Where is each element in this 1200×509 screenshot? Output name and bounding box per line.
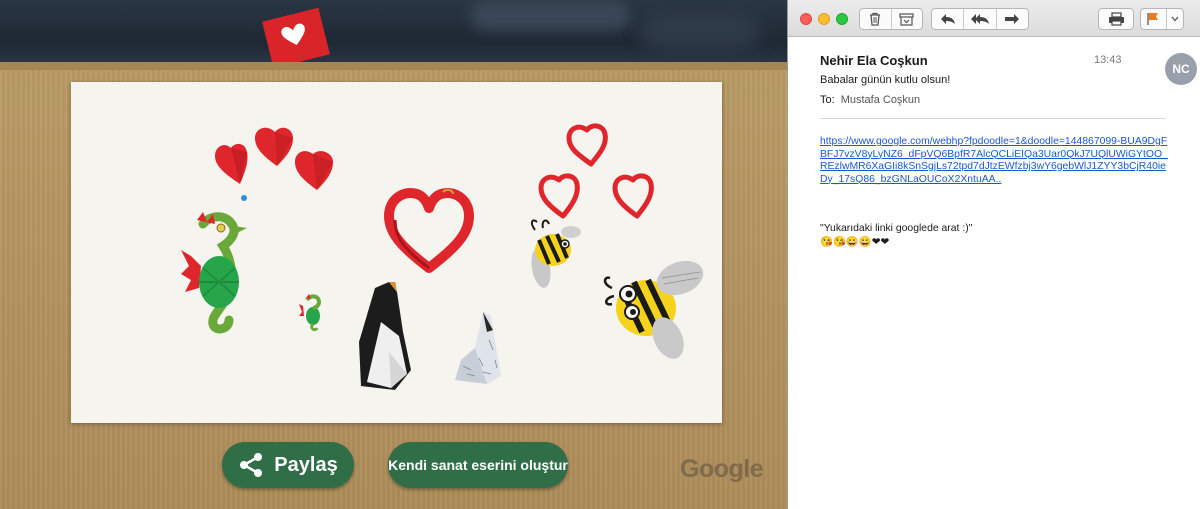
forward-icon (1005, 14, 1020, 24)
chevron-down-icon (1171, 16, 1179, 22)
flag-button[interactable] (1141, 9, 1166, 29)
penguin-icon (359, 282, 411, 390)
create-artwork-label: Kendi sanat eserini oluştur (388, 457, 568, 473)
origami-bird-icon (455, 312, 501, 384)
minimize-window-button[interactable] (818, 13, 830, 25)
doodle-page: Paylaş Kendi sanat eserini oluştur Googl… (0, 0, 800, 509)
doodle-canvas[interactable] (71, 82, 722, 423)
google-logo[interactable]: Google (680, 455, 764, 484)
create-artwork-button[interactable]: Kendi sanat eserini oluştur (388, 442, 568, 488)
share-button-label: Paylaş (274, 453, 338, 476)
page-header-area (0, 0, 800, 69)
share-button[interactable]: Paylaş (222, 442, 354, 488)
flag-group (1140, 8, 1184, 30)
archive-icon (899, 13, 915, 26)
reply-all-button[interactable] (963, 9, 995, 29)
paper-heart-decoration (262, 7, 330, 69)
seahorse-icon (181, 212, 247, 334)
to-label: To: (820, 94, 835, 106)
trash-button[interactable] (860, 9, 891, 29)
ribbon-heart-icon (384, 188, 474, 273)
reply-button[interactable] (932, 9, 963, 29)
mail-toolbar (788, 0, 1200, 37)
print-button[interactable] (1098, 8, 1134, 30)
outline-hearts-icon (538, 123, 654, 219)
flag-menu-button[interactable] (1165, 9, 1183, 29)
small-seahorse-icon (299, 294, 322, 332)
reply-all-icon (970, 14, 989, 24)
print-icon (1108, 12, 1124, 26)
small-bee-icon (530, 219, 581, 288)
avatar: NC (1165, 53, 1197, 85)
archive-button[interactable] (890, 9, 922, 29)
origami-hearts-icon (215, 127, 333, 201)
reply-group (931, 8, 1029, 30)
share-icon (240, 453, 263, 477)
emoji-line: 😘😘😀😀❤❤ (820, 236, 890, 248)
mail-subject: Babalar günün kutlu olsun! (820, 74, 951, 86)
zoom-window-button[interactable] (836, 13, 848, 25)
forward-button[interactable] (995, 9, 1028, 29)
reply-icon (940, 14, 955, 24)
trash-icon (870, 12, 881, 26)
delete-archive-group (859, 8, 923, 30)
sender-name[interactable]: Nehir Ela Coşkun (820, 53, 928, 68)
header-divider (820, 118, 1166, 119)
doodle-link[interactable]: https://www.google.com/webhp?fpdoodle=1&… (820, 136, 1172, 186)
mail-window: Nehir Ela Coşkun 13:43 NC Babalar günün … (787, 0, 1200, 509)
flag-icon (1147, 13, 1159, 25)
to-recipient[interactable]: Mustafa Coşkun (841, 94, 920, 106)
mail-time: 13:43 (1094, 54, 1122, 66)
to-row: To: Mustafa Coşkun (820, 94, 920, 106)
big-bee-icon (603, 260, 704, 359)
quote-text: "Yukarıdaki linki googlede arat :)" (820, 223, 973, 234)
close-window-button[interactable] (800, 13, 812, 25)
mail-body: https://www.google.com/webhp?fpdoodle=1&… (820, 136, 1172, 249)
